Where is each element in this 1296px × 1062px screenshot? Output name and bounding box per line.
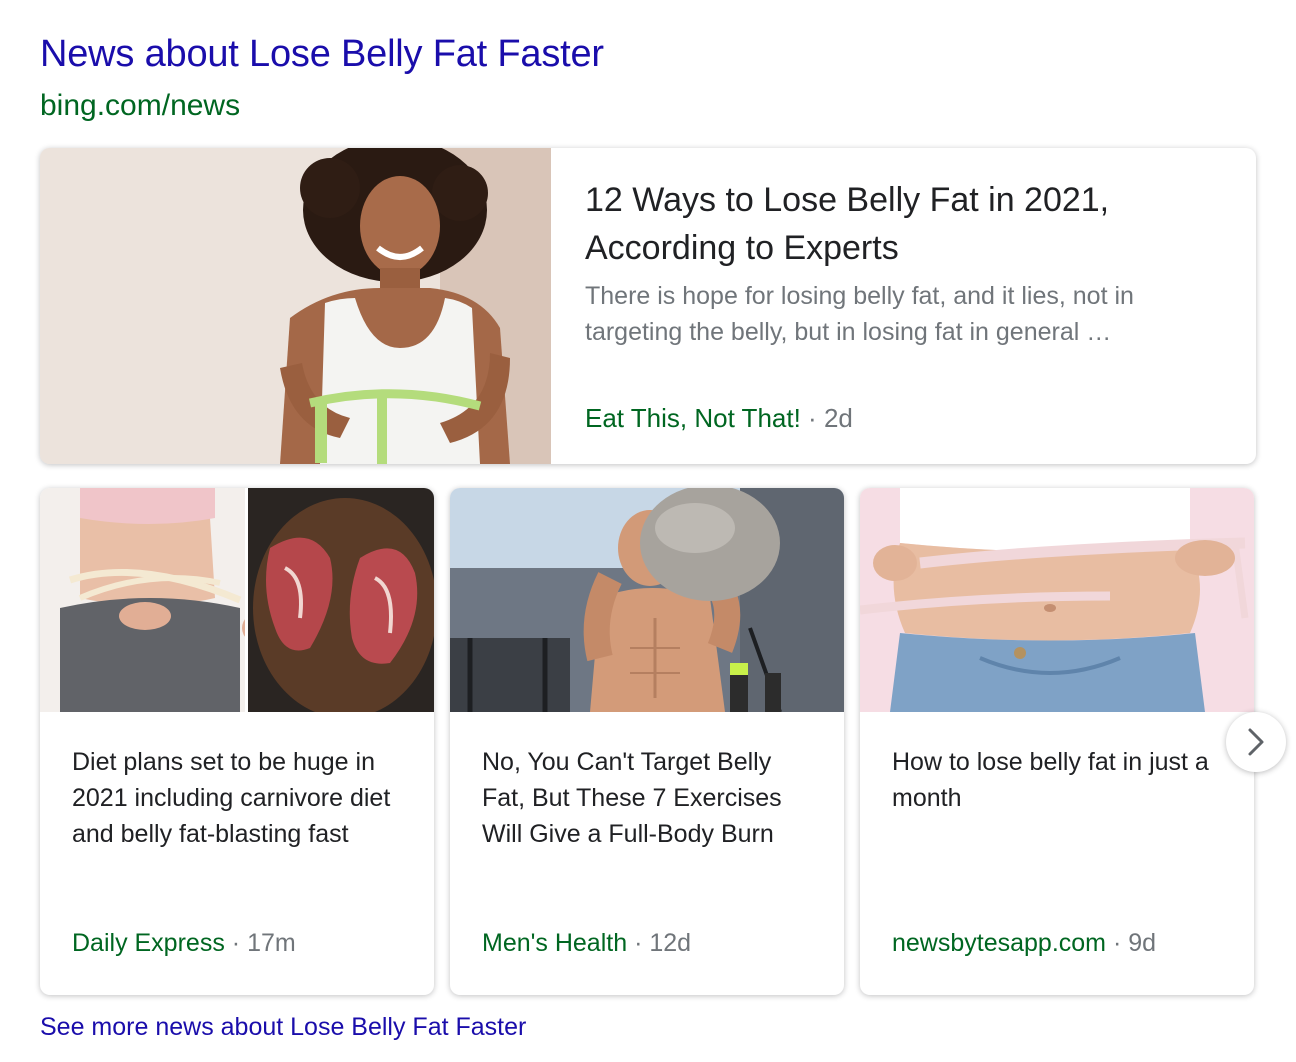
featured-meta: Eat This, Not That! · 2d <box>585 403 853 434</box>
meta-separator: · <box>808 403 817 433</box>
source-url: bing.com/news <box>40 89 241 122</box>
carousel-next-button[interactable] <box>1226 712 1286 772</box>
news-card[interactable]: How to lose belly fat in just a month ne… <box>860 488 1254 995</box>
news-card-publisher: Daily Express <box>72 929 225 957</box>
news-card[interactable]: No, You Can't Target Belly Fat, But Thes… <box>450 488 844 995</box>
see-more-news-link[interactable]: See more news about Lose Belly Fat Faste… <box>40 1013 526 1042</box>
news-card[interactable]: Diet plans set to be huge in 2021 includ… <box>40 488 434 995</box>
news-card-age: 12d <box>649 929 692 957</box>
news-card-meta: newsbytesapp.com · 9d <box>892 929 1156 958</box>
featured-publisher: Eat This, Not That! <box>585 403 801 433</box>
meta-separator: · <box>231 929 241 957</box>
meta-separator: · <box>1112 929 1122 957</box>
chevron-right-icon <box>1248 728 1264 756</box>
featured-thumbnail <box>40 148 551 464</box>
news-card-title[interactable]: How to lose belly fat in just a month <box>892 744 1222 816</box>
featured-age: 2d <box>823 403 853 433</box>
news-thumbnail <box>860 488 1254 712</box>
news-heading-link[interactable]: News about Lose Belly Fat Faster <box>40 33 604 76</box>
news-card-age: 9d <box>1128 929 1157 957</box>
news-card-title[interactable]: Diet plans set to be huge in 2021 includ… <box>72 744 402 852</box>
featured-news-card[interactable]: 12 Ways to Lose Belly Fat in 2021, Accor… <box>40 148 1256 464</box>
news-card-meta: Daily Express · 17m <box>72 929 296 958</box>
featured-title[interactable]: 12 Ways to Lose Belly Fat in 2021, Accor… <box>585 176 1185 272</box>
news-card-age: 17m <box>247 929 296 957</box>
news-thumbnail <box>450 488 844 712</box>
news-card-title[interactable]: No, You Can't Target Belly Fat, But Thes… <box>482 744 812 852</box>
meta-separator: · <box>634 929 643 957</box>
news-thumbnail <box>40 488 434 712</box>
news-card-meta: Men's Health · 12d <box>482 929 691 958</box>
news-card-publisher: Men's Health <box>482 929 628 957</box>
featured-snippet: There is hope for losing belly fat, and … <box>585 282 1134 346</box>
news-card-publisher: newsbytesapp.com <box>892 929 1107 957</box>
